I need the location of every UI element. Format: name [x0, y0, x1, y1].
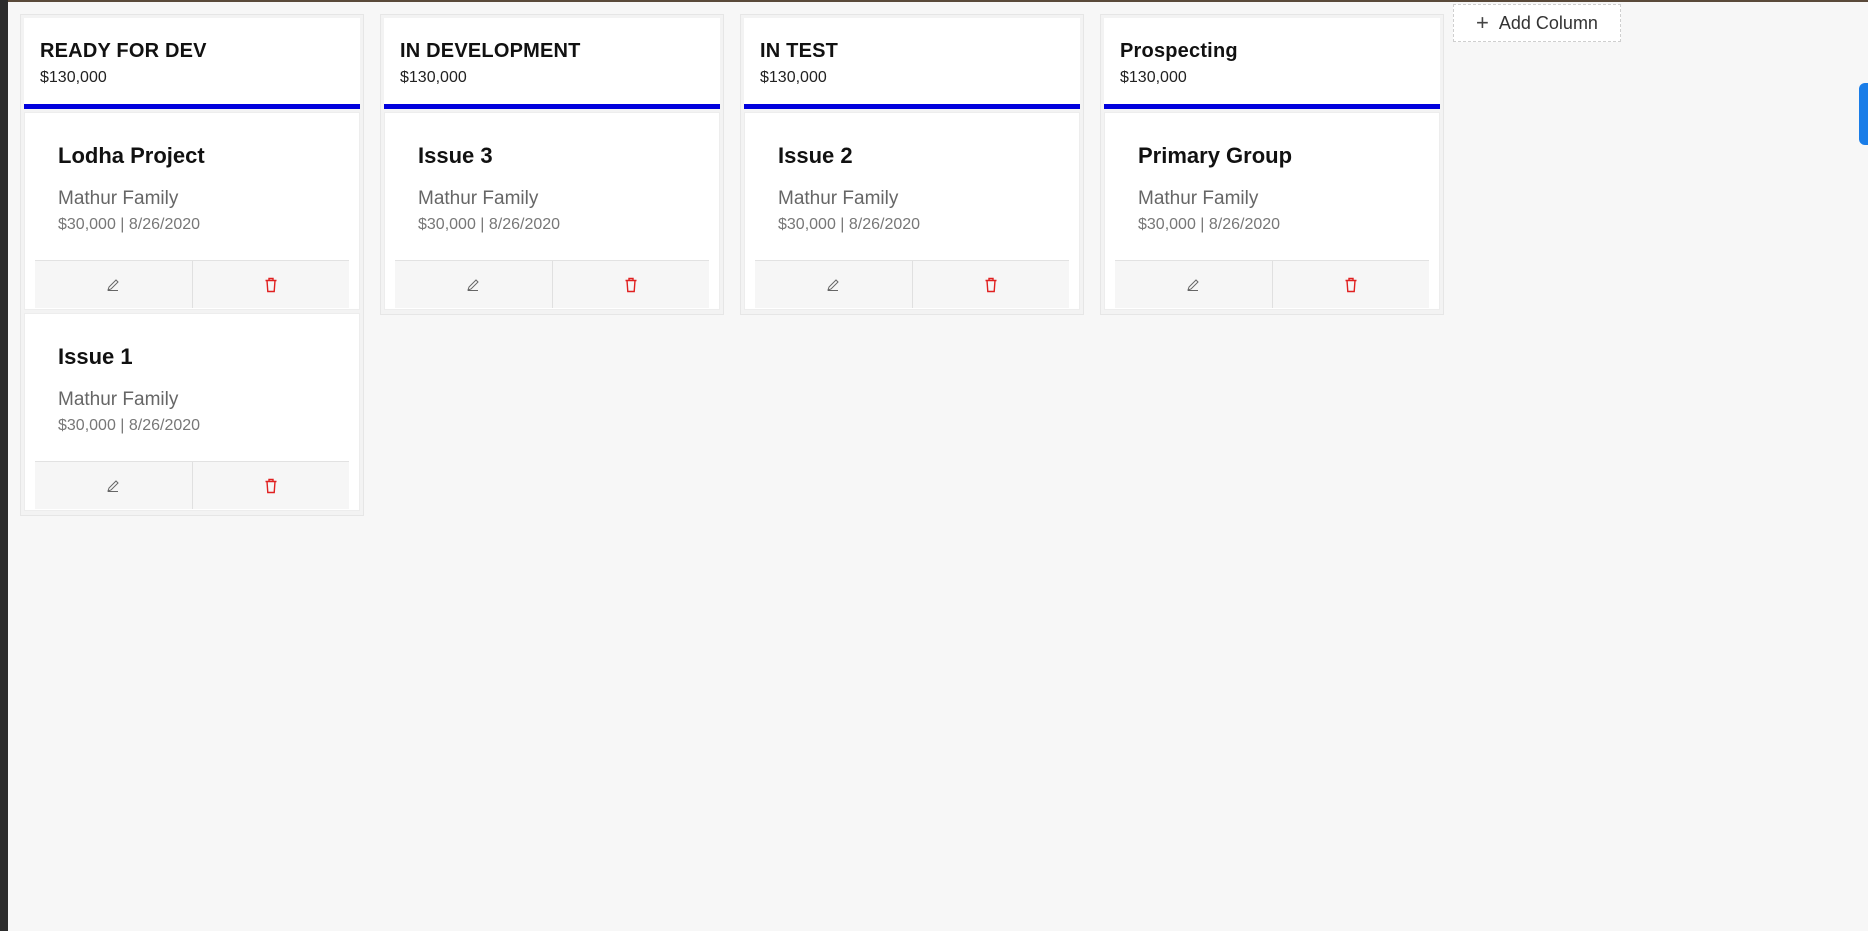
delete-button[interactable] [1271, 261, 1430, 308]
kanban-card[interactable]: Lodha Project Mathur Family $30,000 | 8/… [24, 112, 360, 310]
pencil-icon [1187, 278, 1199, 291]
card-title: Primary Group [1138, 143, 1293, 168]
column-total: $130,000 [1120, 69, 1187, 86]
column-header: IN TEST $130,000 [744, 18, 1080, 109]
kanban-card[interactable]: Issue 1 Mathur Family $30,000 | 8/26/202… [24, 313, 360, 511]
column-in-development: IN DEVELOPMENT $130,000 Issue 3 Mathur F… [380, 14, 724, 315]
card-title: Lodha Project [58, 143, 205, 168]
card-client: Mathur Family [1138, 188, 1259, 209]
column-total: $130,000 [40, 69, 107, 86]
edit-button[interactable] [1115, 261, 1272, 308]
pencil-icon [827, 278, 839, 291]
side-panel-tab[interactable] [1859, 83, 1868, 145]
card-meta: $30,000 | 8/26/2020 [58, 216, 201, 233]
plus-icon: + [1476, 10, 1489, 35]
column-header: READY FOR DEV $130,000 [24, 18, 360, 109]
pencil-icon [467, 278, 479, 291]
column-total: $130,000 [400, 69, 467, 86]
delete-button[interactable] [911, 261, 1070, 308]
column-header: Prospecting $130,000 [1104, 18, 1440, 109]
kanban-board: READY FOR DEV $130,000 Lodha Project Mat… [20, 14, 1444, 516]
card-client: Mathur Family [58, 389, 179, 410]
delete-button[interactable] [551, 261, 710, 308]
trash-icon [265, 478, 277, 493]
top-border [0, 0, 1868, 2]
card-title: Issue 1 [58, 344, 133, 369]
column-in-test: IN TEST $130,000 Issue 2 Mathur Family $… [740, 14, 1084, 315]
card-actions [35, 461, 349, 509]
column-title: Prospecting [1120, 40, 1238, 62]
card-client: Mathur Family [418, 188, 539, 209]
delete-button[interactable] [191, 261, 350, 308]
card-title: Issue 3 [418, 143, 493, 168]
kanban-card[interactable]: Primary Group Mathur Family $30,000 | 8/… [1104, 112, 1440, 310]
card-title: Issue 2 [778, 143, 853, 168]
column-total: $130,000 [760, 69, 827, 86]
delete-button[interactable] [191, 462, 350, 509]
left-window-edge [0, 0, 8, 931]
trash-icon [985, 277, 997, 292]
edit-button[interactable] [395, 261, 552, 308]
pencil-icon [107, 278, 119, 291]
column-header: IN DEVELOPMENT $130,000 [384, 18, 720, 109]
add-column-label: Add Column [1498, 12, 1598, 33]
card-client: Mathur Family [58, 188, 179, 209]
trash-icon [625, 277, 637, 292]
card-actions [1115, 260, 1429, 308]
edit-button[interactable] [35, 462, 192, 509]
card-meta: $30,000 | 8/26/2020 [778, 216, 921, 233]
edit-button[interactable] [755, 261, 912, 308]
column-title: READY FOR DEV [40, 40, 207, 62]
trash-icon [265, 277, 277, 292]
trash-icon [1345, 277, 1357, 292]
card-meta: $30,000 | 8/26/2020 [1138, 216, 1281, 233]
card-meta: $30,000 | 8/26/2020 [418, 216, 561, 233]
column-title: IN DEVELOPMENT [400, 40, 581, 62]
pencil-icon [107, 479, 119, 492]
card-actions [35, 260, 349, 308]
column-prospecting: Prospecting $130,000 Primary Group Mathu… [1100, 14, 1444, 315]
column-ready-for-dev: READY FOR DEV $130,000 Lodha Project Mat… [20, 14, 364, 516]
card-actions [755, 260, 1069, 308]
card-client: Mathur Family [778, 188, 899, 209]
kanban-card[interactable]: Issue 3 Mathur Family $30,000 | 8/26/202… [384, 112, 720, 310]
column-title: IN TEST [760, 40, 839, 62]
card-actions [395, 260, 709, 308]
kanban-card[interactable]: Issue 2 Mathur Family $30,000 | 8/26/202… [744, 112, 1080, 310]
add-column-button[interactable]: + Add Column [1453, 4, 1621, 42]
edit-button[interactable] [35, 261, 192, 308]
card-meta: $30,000 | 8/26/2020 [58, 417, 201, 434]
